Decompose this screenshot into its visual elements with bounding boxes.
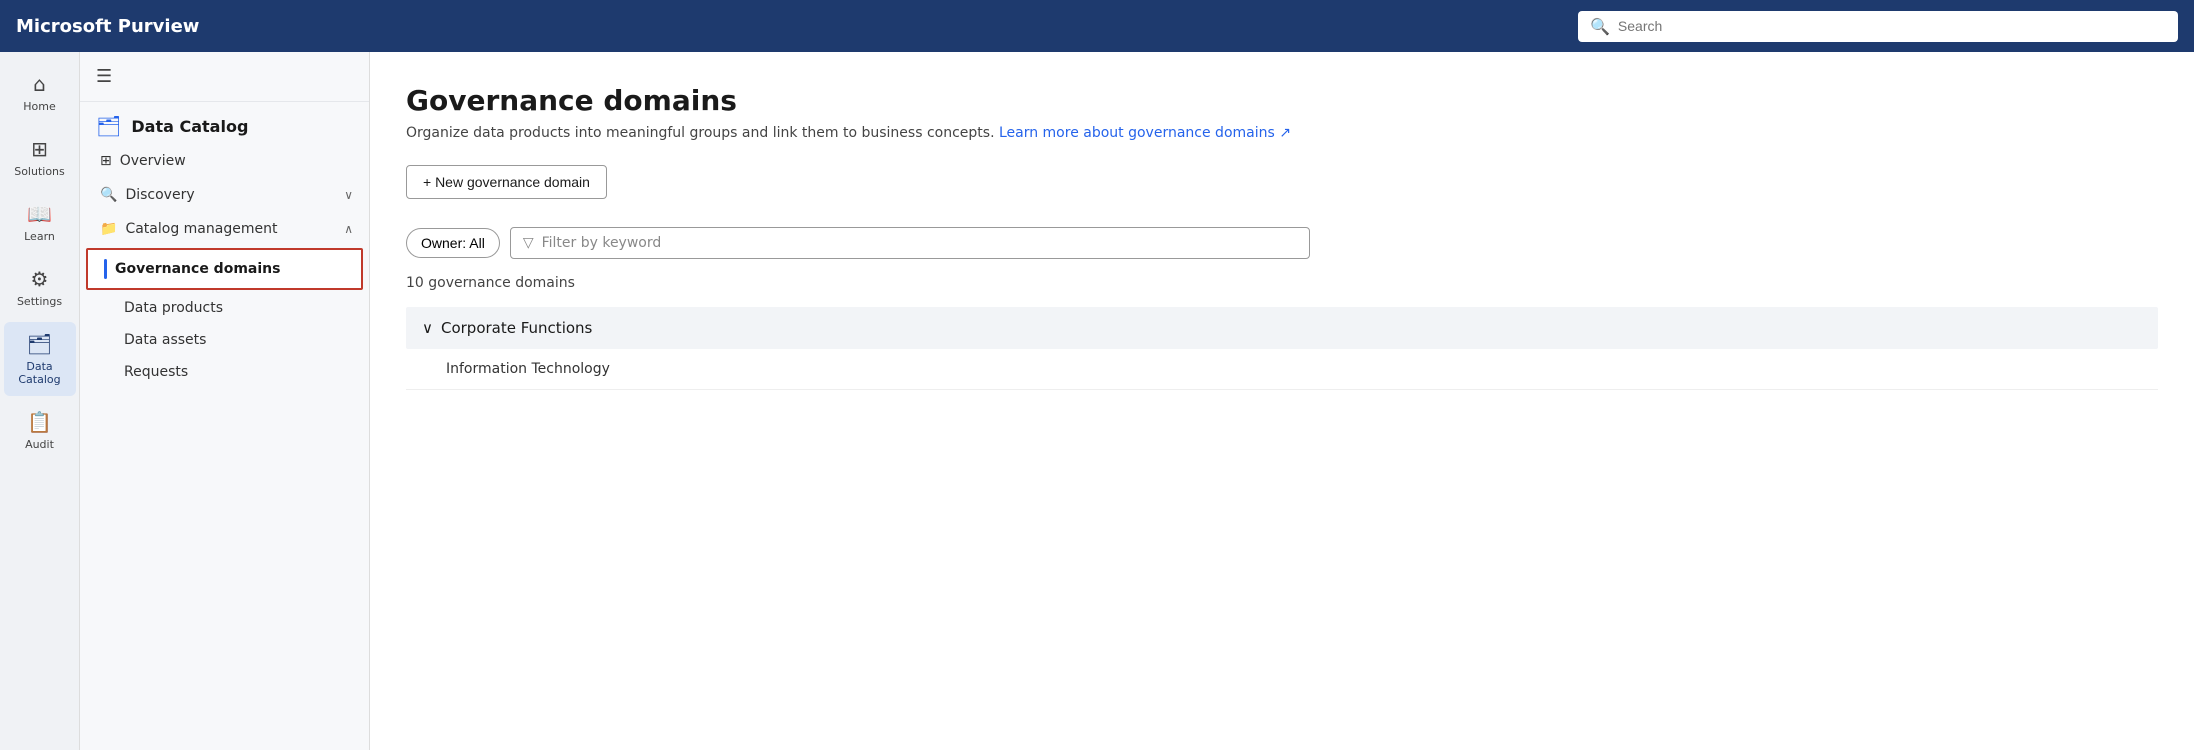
- catalog-mgmt-left: 📁 Catalog management: [100, 221, 277, 237]
- learn-more-link[interactable]: Learn more about governance domains ↗: [999, 125, 1291, 141]
- settings-icon: ⚙: [31, 267, 49, 291]
- solutions-label: Solutions: [14, 165, 65, 178]
- sidebar-item-home[interactable]: ⌂ Home: [4, 62, 76, 123]
- icon-nav: ⌂ Home ⊞ Solutions 📖 Learn ⚙ Settings 🗂 …: [0, 52, 80, 750]
- sidebar-section-header: 🗂 Data Catalog: [80, 102, 369, 144]
- corporate-functions-label: Corporate Functions: [441, 319, 592, 337]
- home-label: Home: [23, 100, 55, 113]
- overview-icon: ⊞: [100, 153, 112, 169]
- sidebar-item-data-catalog[interactable]: 🗂 Data Catalog: [4, 322, 76, 396]
- discovery-left: 🔍 Discovery: [100, 187, 195, 203]
- sidebar-item-overview[interactable]: ⊞ Overview: [80, 144, 369, 178]
- learn-label: Learn: [24, 230, 55, 243]
- audit-icon: 📋: [27, 410, 52, 434]
- data-products-label: Data products: [124, 300, 223, 316]
- catalog-section-title: Data Catalog: [131, 117, 248, 136]
- data-assets-label: Data assets: [124, 332, 206, 348]
- catalog-mgmt-chevron: ∧: [344, 222, 353, 236]
- audit-label: Audit: [25, 438, 54, 451]
- app-title: Microsoft Purview: [16, 16, 1578, 37]
- sidebar-item-learn[interactable]: 📖 Learn: [4, 192, 76, 253]
- discovery-icon: 🔍: [100, 187, 117, 203]
- keyword-filter-input[interactable]: ▽ Filter by keyword: [510, 227, 1310, 259]
- discovery-label: Discovery: [125, 187, 194, 203]
- domain-sub-row-info-tech[interactable]: Information Technology: [406, 349, 2158, 390]
- sidebar-item-discovery[interactable]: 🔍 Discovery ∨: [80, 178, 369, 212]
- sidebar-header: ☰: [80, 52, 369, 102]
- description-text: Organize data products into meaningful g…: [406, 125, 995, 141]
- sidebar-item-governance-domains-active[interactable]: Governance domains: [86, 248, 363, 290]
- page-description: Organize data products into meaningful g…: [406, 125, 2158, 141]
- search-input[interactable]: [1618, 18, 2166, 34]
- new-governance-domain-button[interactable]: + New governance domain: [406, 165, 607, 199]
- filter-icon: ▽: [523, 235, 534, 251]
- requests-label: Requests: [124, 364, 188, 380]
- filters-row: Owner: All ▽ Filter by keyword: [406, 227, 2158, 259]
- sidebar-sub-item-requests[interactable]: Requests: [80, 356, 369, 388]
- data-catalog-icon: 🗂: [27, 332, 52, 356]
- chevron-down-icon: ∨: [422, 319, 433, 337]
- sidebar-item-audit[interactable]: 📋 Audit: [4, 400, 76, 461]
- catalog-mgmt-icon: 📁: [100, 221, 117, 237]
- solutions-icon: ⊞: [31, 137, 48, 161]
- catalog-section-icon: 🗂: [96, 114, 121, 138]
- overview-label: Overview: [120, 153, 186, 169]
- search-bar: 🔍: [1578, 11, 2178, 42]
- sidebar-item-settings[interactable]: ⚙ Settings: [4, 257, 76, 318]
- domain-count: 10 governance domains: [406, 275, 2158, 291]
- sidebar-sub-item-data-assets[interactable]: Data assets: [80, 324, 369, 356]
- hamburger-menu[interactable]: ☰: [96, 66, 112, 87]
- main-content: Governance domains Organize data product…: [370, 52, 2194, 750]
- discovery-chevron: ∨: [344, 188, 353, 202]
- home-icon: ⌂: [33, 72, 46, 96]
- overview-left: ⊞ Overview: [100, 153, 186, 169]
- keyword-filter-placeholder: Filter by keyword: [542, 235, 662, 251]
- sidebar-item-catalog-management[interactable]: 📁 Catalog management ∧: [80, 212, 369, 246]
- main-layout: ⌂ Home ⊞ Solutions 📖 Learn ⚙ Settings 🗂 …: [0, 52, 2194, 750]
- search-icon: 🔍: [1590, 17, 1610, 36]
- page-title: Governance domains: [406, 84, 2158, 117]
- domain-row-corporate-functions[interactable]: ∨ Corporate Functions: [406, 307, 2158, 349]
- settings-label: Settings: [17, 295, 62, 308]
- sidebar-sub-item-data-products[interactable]: Data products: [80, 292, 369, 324]
- governance-domains-label: Governance domains: [115, 261, 280, 277]
- sidebar-item-solutions[interactable]: ⊞ Solutions: [4, 127, 76, 188]
- active-indicator: [104, 259, 107, 279]
- top-header: Microsoft Purview 🔍: [0, 0, 2194, 52]
- data-catalog-label: Data Catalog: [12, 360, 68, 386]
- info-tech-label: Information Technology: [446, 361, 610, 377]
- learn-icon: 📖: [27, 202, 52, 226]
- catalog-mgmt-label: Catalog management: [125, 221, 277, 237]
- sidebar: ☰ 🗂 Data Catalog ⊞ Overview 🔍 Discovery …: [80, 52, 370, 750]
- owner-filter-button[interactable]: Owner: All: [406, 228, 500, 258]
